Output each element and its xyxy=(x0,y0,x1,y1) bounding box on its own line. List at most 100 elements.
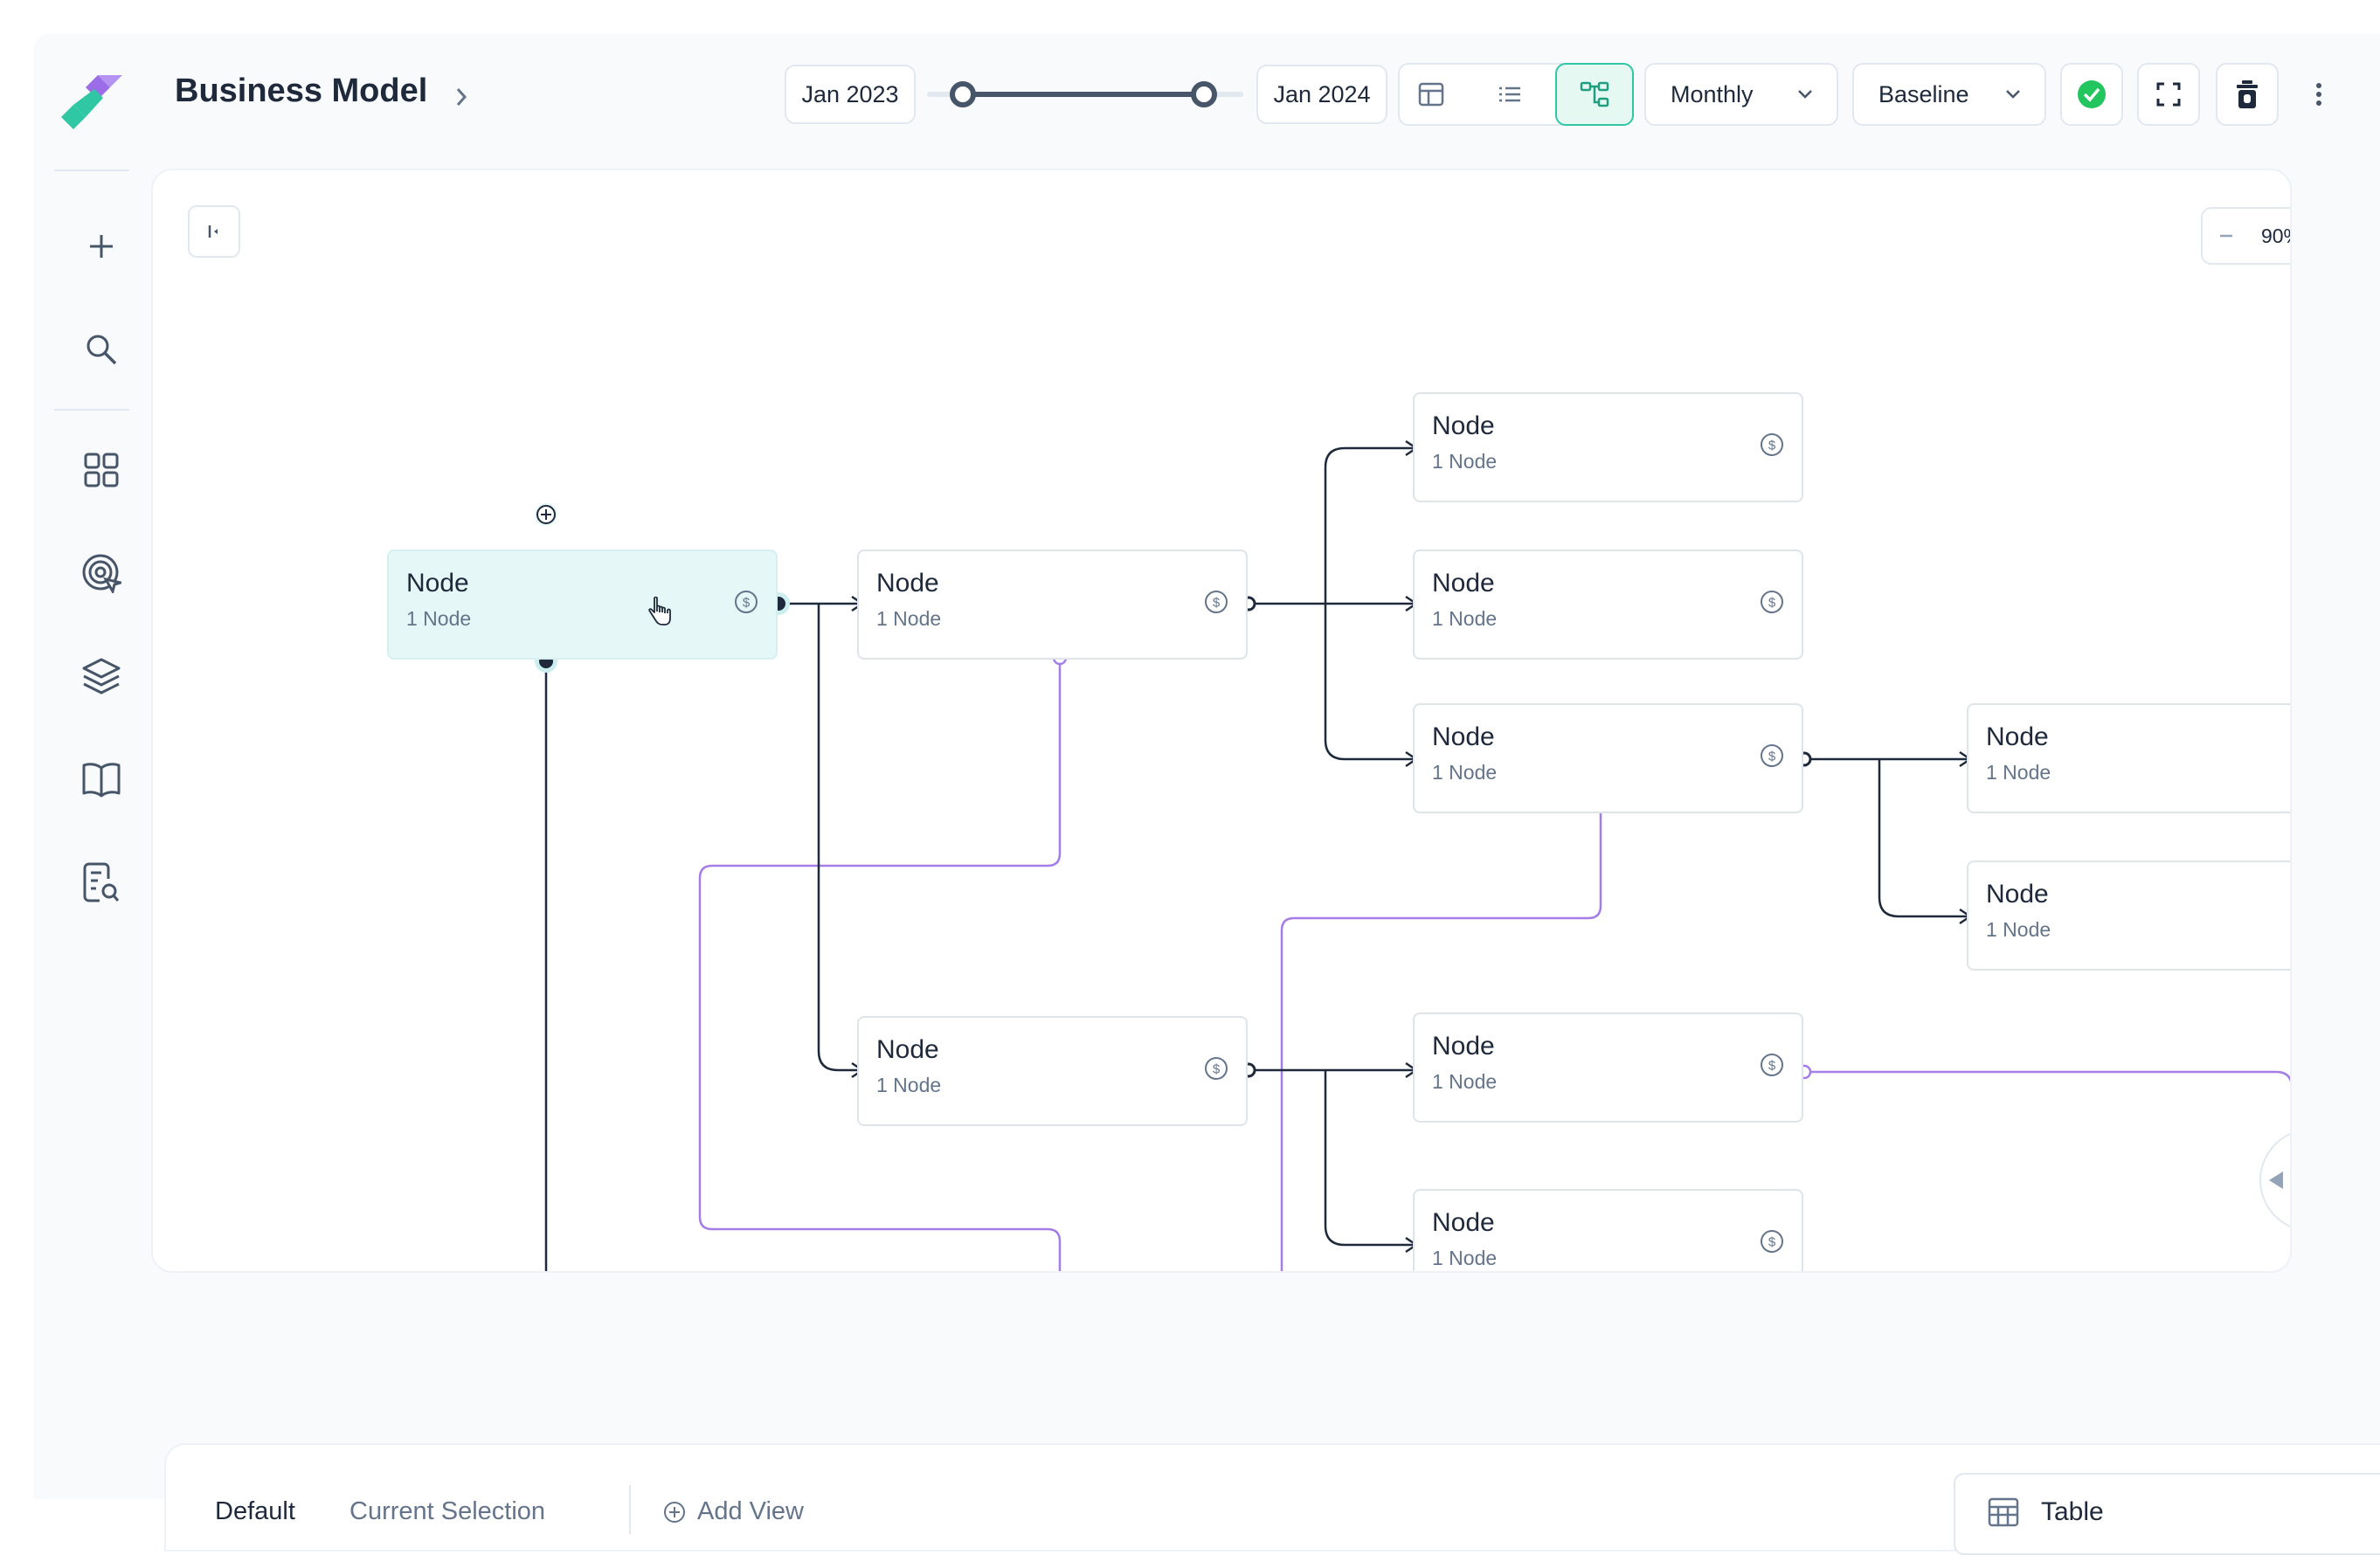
scenario-select[interactable]: Baseline xyxy=(1852,63,2046,126)
status-button[interactable] xyxy=(2060,63,2123,126)
delete-button[interactable] xyxy=(2216,63,2279,126)
trash-icon xyxy=(2237,80,2258,108)
period-select[interactable]: Monthly xyxy=(1644,63,1838,126)
plus-circle-icon xyxy=(664,1501,685,1523)
node-title: Node xyxy=(876,1035,939,1064)
node-title: Node xyxy=(1432,722,1495,751)
diagram-node[interactable]: Node 1 Node $ xyxy=(1967,860,2290,971)
svg-text:$: $ xyxy=(1768,596,1776,611)
target-icon xyxy=(82,554,121,593)
node-title: Node xyxy=(1432,1208,1495,1237)
chevron-right-icon[interactable] xyxy=(451,84,472,110)
book-icon xyxy=(82,763,121,798)
start-date-button[interactable]: Jan 2023 xyxy=(785,65,916,124)
page-title: Business Model xyxy=(175,73,428,109)
app-logo xyxy=(61,75,122,129)
diagram-node[interactable]: Node 1 Node $ xyxy=(1413,703,1803,813)
tab-divider xyxy=(629,1485,631,1534)
start-date-label: Jan 2023 xyxy=(801,80,899,107)
diagram-canvas[interactable]: 90% xyxy=(151,169,2292,1273)
node-subtitle: 1 Node xyxy=(1986,918,2051,941)
more-vertical-icon[interactable] xyxy=(2312,79,2326,110)
node-subtitle: 1 Node xyxy=(1432,1070,1498,1093)
currency-icon: $ xyxy=(1205,591,1228,613)
currency-icon: $ xyxy=(735,591,758,613)
list-view-icon[interactable] xyxy=(1496,80,1524,108)
currency-icon: $ xyxy=(1761,744,1783,767)
svg-text:$: $ xyxy=(1768,750,1776,764)
diagram-node[interactable]: Node 1 Node $ xyxy=(857,1016,1248,1126)
report-search-icon xyxy=(83,862,120,902)
chevron-down-icon xyxy=(1798,90,1812,99)
node-title: Node xyxy=(1986,880,2049,909)
sidebar-divider xyxy=(54,169,129,171)
table-view-label: Table xyxy=(2041,1497,2104,1526)
node-subtitle: 1 Node xyxy=(1432,761,1498,784)
diagram-node[interactable]: Node 1 Node $ xyxy=(1413,1012,1803,1123)
node-title: Node xyxy=(406,569,469,598)
table-icon xyxy=(1988,1497,2019,1527)
fullscreen-icon xyxy=(2156,82,2181,107)
node-subtitle: 1 Node xyxy=(1432,607,1498,630)
sidebar-item-search[interactable] xyxy=(77,325,126,374)
pan-control[interactable] xyxy=(2257,1126,2292,1234)
layers-icon xyxy=(82,658,121,695)
svg-text:$: $ xyxy=(1213,596,1221,611)
dashboard-icon xyxy=(84,453,119,487)
node-subtitle: 1 Node xyxy=(1432,450,1498,473)
search-icon xyxy=(86,335,117,365)
node-subtitle: 1 Node xyxy=(1432,1247,1498,1269)
node-title: Node xyxy=(1432,569,1495,598)
diagram-node[interactable]: Node 1 Node $ xyxy=(1413,549,1803,660)
check-circle-icon xyxy=(2078,80,2106,108)
diagram-node[interactable]: Node 1 Node $ xyxy=(857,549,1248,660)
sidebar-item-docs[interactable] xyxy=(77,755,126,804)
currency-icon: $ xyxy=(1761,1054,1783,1076)
sidebar-item-layers[interactable] xyxy=(77,652,126,701)
end-date-label: Jan 2024 xyxy=(1273,80,1371,107)
svg-text:$: $ xyxy=(1768,1059,1776,1074)
add-view-label: Add View xyxy=(697,1497,804,1525)
currency-icon: $ xyxy=(1761,1230,1783,1253)
sidebar-divider xyxy=(54,409,129,411)
scenario-select-value: Baseline xyxy=(1878,80,1969,107)
table-view-icon[interactable] xyxy=(1417,80,1445,108)
node-title: Node xyxy=(876,569,939,598)
end-date-button[interactable]: Jan 2024 xyxy=(1256,65,1387,124)
add-icon xyxy=(90,235,113,258)
svg-text:$: $ xyxy=(743,596,751,611)
chevron-down-icon xyxy=(2006,90,2020,99)
bottom-panel: Default Current Selection Add View Table xyxy=(164,1443,2380,1555)
node-title: Node xyxy=(1432,1032,1495,1061)
sidebar-item-add[interactable] xyxy=(77,222,126,271)
node-title: Node xyxy=(1986,722,2049,751)
tab-default[interactable]: Default xyxy=(215,1497,295,1526)
app-window: Business Model Jan 2023 Jan 2024 Monthly… xyxy=(33,33,2380,1555)
node-subtitle: 1 Node xyxy=(876,607,942,630)
currency-icon: $ xyxy=(1205,1057,1228,1080)
node-subtitle: 1 Node xyxy=(1986,761,2051,784)
add-view-button[interactable]: Add View xyxy=(662,1497,804,1526)
pointer-cursor-icon xyxy=(648,597,671,625)
date-range-slider[interactable] xyxy=(926,77,1244,112)
svg-text:$: $ xyxy=(1768,439,1776,453)
diagram-node[interactable]: Node 1 Node $ xyxy=(1967,703,2290,813)
node-subtitle: 1 Node xyxy=(876,1074,942,1096)
diagram-node[interactable]: Node 1 Node $ xyxy=(1413,392,1803,502)
diagram-node[interactable]: Node 1 Node $ xyxy=(1413,1189,1803,1271)
diagram-view-icon xyxy=(1580,81,1609,107)
node-subtitle: 1 Node xyxy=(406,607,472,630)
currency-icon: $ xyxy=(1761,433,1783,456)
currency-icon: $ xyxy=(1761,591,1783,613)
period-select-value: Monthly xyxy=(1671,80,1754,107)
svg-text:$: $ xyxy=(1768,1235,1776,1250)
tab-current-selection[interactable]: Current Selection xyxy=(349,1497,545,1526)
fullscreen-button[interactable] xyxy=(2137,63,2200,126)
table-view-select[interactable]: Table xyxy=(1954,1473,2380,1555)
node-title: Node xyxy=(1432,411,1495,440)
sidebar-item-goals[interactable] xyxy=(77,549,126,598)
diagram-node[interactable]: Node 1 Node $ xyxy=(387,549,778,660)
svg-text:$: $ xyxy=(1213,1062,1221,1077)
sidebar-item-reports[interactable] xyxy=(77,858,126,907)
sidebar-item-dashboard[interactable] xyxy=(77,446,126,494)
